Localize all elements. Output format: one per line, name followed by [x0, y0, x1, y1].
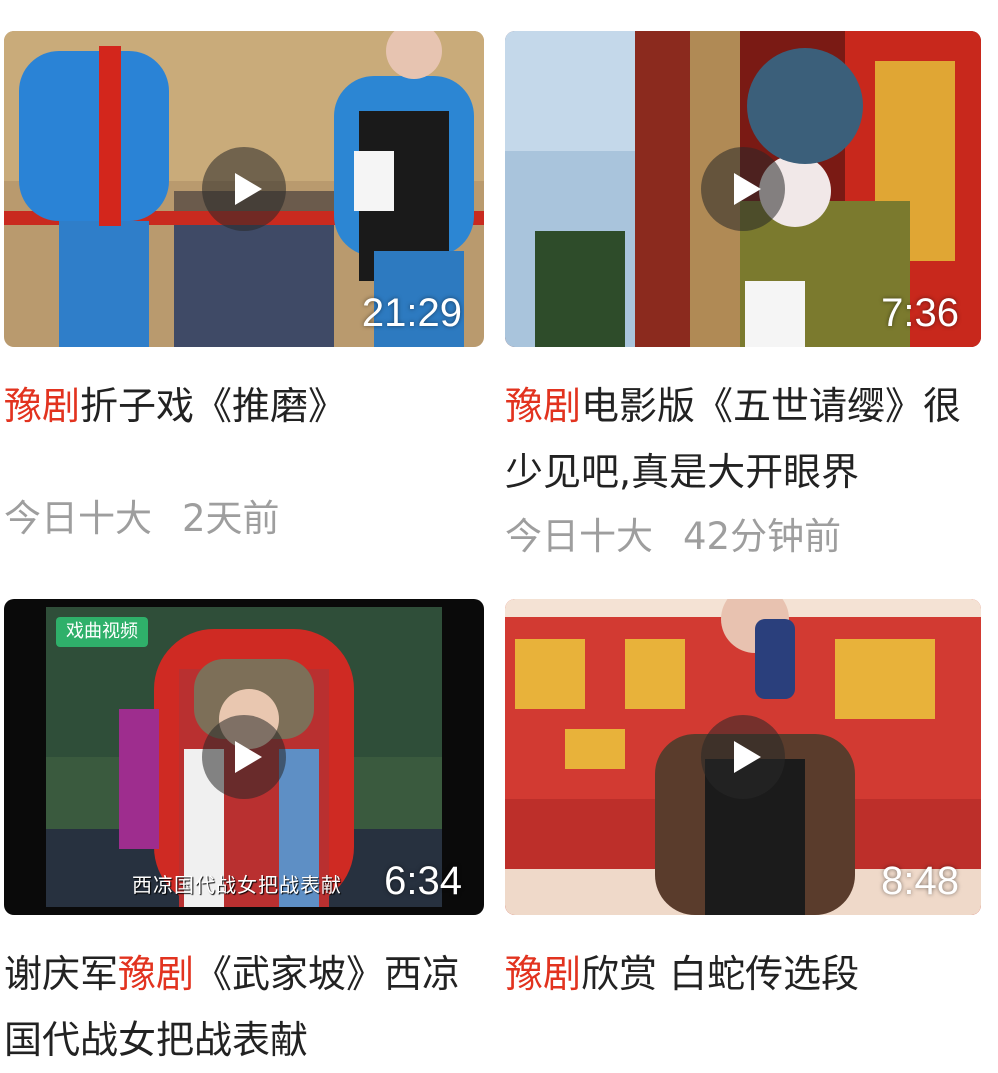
video-subtitle: 西凉国代战女把战表献	[132, 873, 342, 897]
video-time: 2天前	[182, 497, 280, 540]
title-text: 欣赏 白蛇传选段	[581, 952, 860, 996]
video-title[interactable]: 豫剧电影版《五世请缨》很少见吧,真是大开眼界	[505, 373, 981, 505]
video-duration: 6:34	[384, 859, 462, 903]
play-icon	[235, 741, 262, 773]
video-card[interactable]: 戏曲视频 西凉国代战女把战表献 6:34 谢庆军豫剧《武家坡》西凉国代战女把战表…	[4, 599, 484, 1073]
video-title[interactable]: 谢庆军豫剧《武家坡》西凉国代战女把战表献	[4, 941, 484, 1073]
video-source: 今日十大	[505, 515, 653, 558]
video-meta: 今日十大 2天前	[4, 495, 484, 543]
video-card[interactable]: 21:29 豫剧折子戏《推磨》 今日十大 2天前	[4, 31, 484, 543]
video-source: 今日十大	[4, 497, 152, 540]
title-keyword: 豫剧	[505, 952, 582, 996]
play-button[interactable]	[701, 715, 785, 799]
title-keyword: 豫剧	[4, 384, 81, 428]
play-button[interactable]	[202, 147, 286, 231]
video-meta: 今日十大 42分钟前	[505, 513, 981, 561]
video-title[interactable]: 豫剧折子戏《推磨》	[4, 373, 484, 439]
title-keyword: 豫剧	[118, 952, 195, 996]
video-time: 42分钟前	[683, 515, 842, 558]
play-button[interactable]	[202, 715, 286, 799]
video-duration: 21:29	[361, 291, 462, 335]
video-card[interactable]: 8:48 豫剧欣赏 白蛇传选段	[505, 599, 981, 1007]
video-card[interactable]: 7:36 豫剧电影版《五世请缨》很少见吧,真是大开眼界 今日十大 42分钟前	[505, 31, 981, 561]
title-keyword: 豫剧	[505, 384, 582, 428]
video-thumbnail[interactable]: 21:29	[4, 31, 484, 347]
video-thumbnail[interactable]: 7:36	[505, 31, 981, 347]
play-icon	[734, 173, 761, 205]
title-text: 折子戏《推磨》	[80, 384, 347, 428]
video-duration: 8:48	[881, 859, 959, 903]
video-title[interactable]: 豫剧欣赏 白蛇传选段	[505, 941, 981, 1007]
channel-watermark: 戏曲视频	[56, 617, 148, 647]
video-duration: 7:36	[881, 291, 959, 335]
play-icon	[734, 741, 761, 773]
video-thumbnail[interactable]: 戏曲视频 西凉国代战女把战表献 6:34	[4, 599, 484, 915]
play-button[interactable]	[701, 147, 785, 231]
title-prefix: 谢庆军	[4, 952, 119, 996]
video-thumbnail[interactable]: 8:48	[505, 599, 981, 915]
play-icon	[235, 173, 262, 205]
